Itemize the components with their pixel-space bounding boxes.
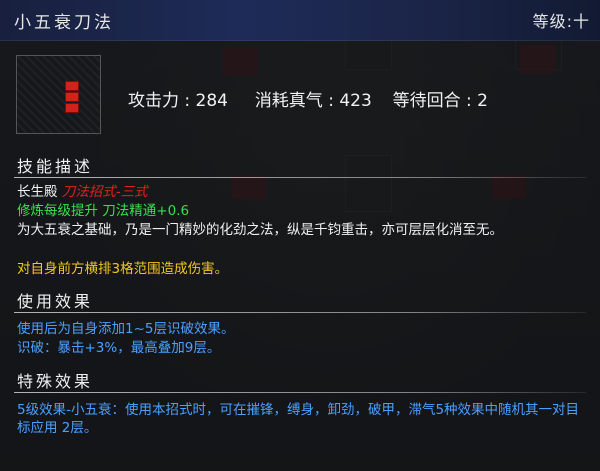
use-effect-title: 使用效果 bbox=[17, 292, 94, 311]
skill-type: 刀法招式-三式 bbox=[61, 184, 148, 200]
use-effect-line-2: 识破：暴击+3%，最高叠加9层。 bbox=[17, 340, 221, 356]
skill-icon bbox=[16, 55, 101, 134]
attack-range-pattern-icon bbox=[65, 81, 79, 114]
special-effect-title: 特殊效果 bbox=[17, 372, 94, 391]
cooldown-label: 等待回合 bbox=[392, 91, 461, 111]
description-line-3: 为大五衰之基础，乃是一门精妙的化劲之法，纵是千钧重击，亦可层层化消至无。 bbox=[17, 222, 503, 238]
cooldown-value: 2 bbox=[477, 91, 488, 111]
special-effect-text: 5级效果-小五衰：使用本招式时，可在摧锋，缚身，卸劲，破甲，滞气5种效果中随机其… bbox=[17, 402, 580, 436]
use-effect-line-1: 使用后为自身添加1~5层识破效果。 bbox=[17, 321, 235, 337]
section-divider bbox=[14, 177, 586, 178]
skill-sect: 长生殿 bbox=[17, 184, 58, 200]
description-line-4: 对自身前方横排3格范围造成伤害。 bbox=[17, 261, 229, 277]
description-line-1: 长生殿 刀法招式-三式 bbox=[17, 183, 148, 201]
description-title: 技能描述 bbox=[17, 157, 94, 176]
attack-label: 攻击力 bbox=[128, 91, 179, 111]
cost-label: 消耗真气 bbox=[254, 91, 323, 111]
attack-value: 284 bbox=[195, 91, 228, 111]
skill-stats: 攻击力 : 284 消耗真气 : 423 等待回合 : 2 bbox=[128, 86, 488, 111]
skill-level: 等级:十 bbox=[532, 12, 590, 31]
section-divider bbox=[14, 392, 586, 393]
skill-name: 小五衰刀法 bbox=[14, 13, 114, 33]
description-line-2: 修炼每级提升 刀法精通+0.6 bbox=[17, 203, 190, 219]
title-bar: 小五衰刀法 等级:十 bbox=[0, 0, 600, 41]
cost-value: 423 bbox=[339, 91, 372, 111]
section-divider bbox=[14, 312, 586, 313]
